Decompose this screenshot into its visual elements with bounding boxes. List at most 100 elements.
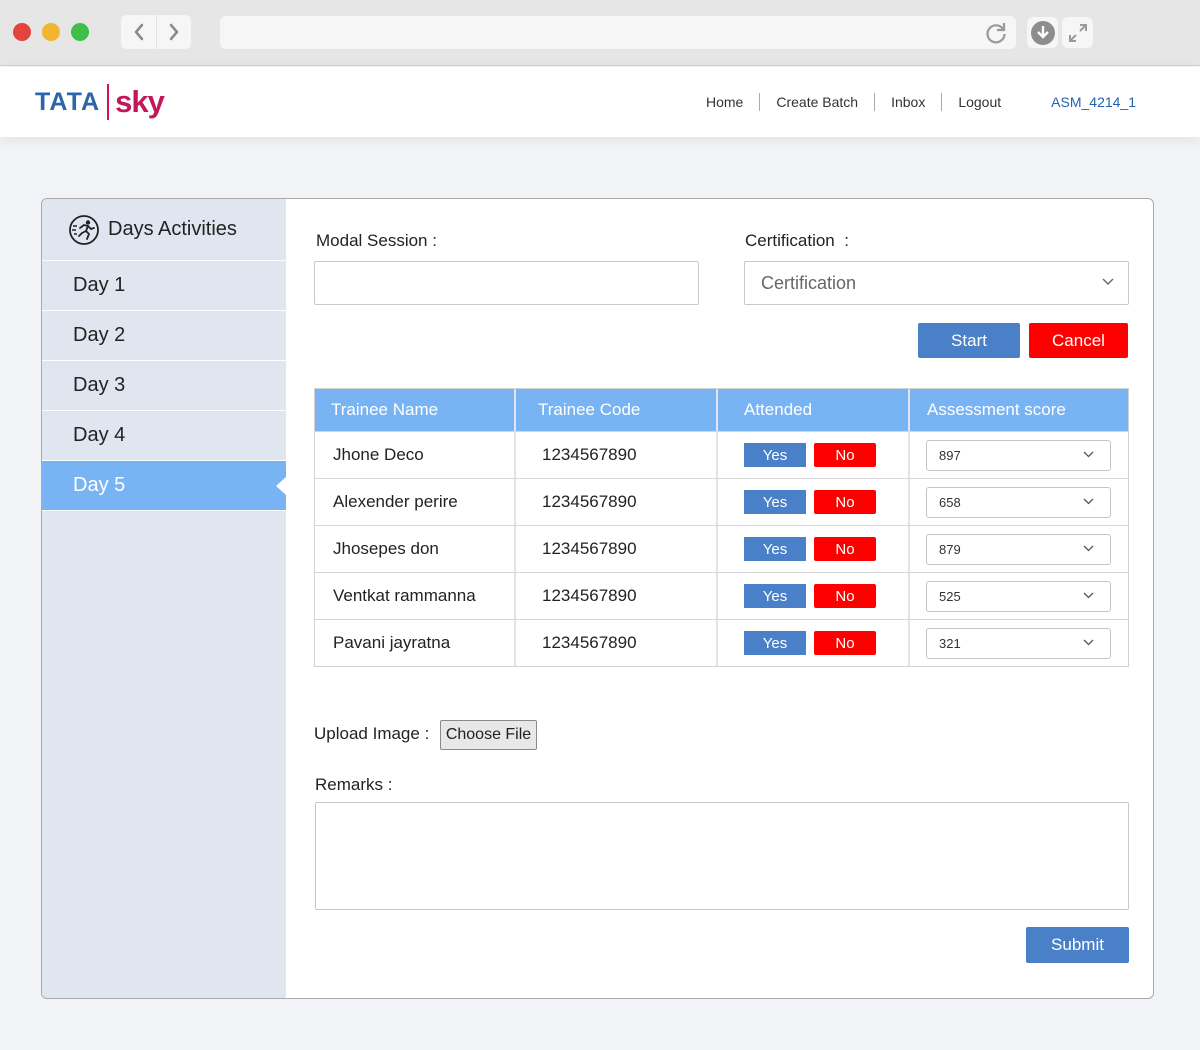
chevron-left-icon <box>133 23 143 41</box>
nav-logout[interactable]: Logout <box>942 93 1017 111</box>
forward-button[interactable] <box>156 15 191 49</box>
column-header-assessment-score[interactable]: Assessment score <box>910 389 1128 431</box>
sidebar-header: Days Activities <box>42 199 286 261</box>
attended-toggle: Yes No <box>744 631 876 655</box>
certification-select[interactable]: Certification <box>744 261 1129 305</box>
assessment-score-value: 525 <box>939 588 961 604</box>
nav-create-batch[interactable]: Create Batch <box>760 93 874 111</box>
attended-yes-button[interactable]: Yes <box>744 443 806 467</box>
sidebar-item-day-4[interactable]: Day 4 <box>42 411 286 461</box>
choose-file-button[interactable]: Choose File <box>440 720 537 750</box>
chevron-down-icon <box>1083 639 1094 645</box>
sidebar-item-day-2[interactable]: Day 2 <box>42 311 286 361</box>
reload-button[interactable] <box>982 19 1010 47</box>
remarks-label: Remarks : <box>315 775 393 794</box>
browser-toolbar <box>0 0 1200 66</box>
assessment-score-select[interactable]: 525 <box>926 580 1111 612</box>
nav-home[interactable]: Home <box>690 93 759 111</box>
assessment-score-cell: 897 <box>910 432 1128 478</box>
fullscreen-icon <box>1068 23 1087 42</box>
download-icon <box>1030 20 1055 45</box>
attended-yes-button[interactable]: Yes <box>744 584 806 608</box>
assessment-score-value: 658 <box>939 494 961 510</box>
runner-icon <box>69 214 99 245</box>
upload-image-label: Upload Image : <box>314 724 430 743</box>
attended-no-button[interactable]: No <box>814 584 876 608</box>
attended-cell: Yes No <box>718 620 910 666</box>
column-header-trainee-name[interactable]: Trainee Name <box>315 389 516 431</box>
chevron-down-icon <box>1083 592 1094 598</box>
attended-yes-button[interactable]: Yes <box>744 490 806 514</box>
app-header: TATA sky Home Create Batch Inbox Logout … <box>0 67 1200 137</box>
assessment-score-value: 321 <box>939 635 961 651</box>
attended-yes-button[interactable]: Yes <box>744 537 806 561</box>
assessment-score-select[interactable]: 897 <box>926 439 1111 471</box>
modal-session-input[interactable] <box>314 261 699 305</box>
sidebar-item-day-5[interactable]: Day 5 <box>42 461 286 511</box>
attended-no-button[interactable]: No <box>814 443 876 467</box>
user-id-link[interactable]: ASM_4214_1 <box>1035 93 1152 111</box>
assessment-score-select[interactable]: 879 <box>926 533 1111 565</box>
reload-icon <box>986 23 1006 44</box>
remarks-textarea[interactable] <box>315 802 1129 910</box>
trainee-code-cell: 1234567890 <box>516 573 718 619</box>
table-row: Alexender perire 1234567890 Yes No 658 <box>315 478 1128 525</box>
cancel-button[interactable]: Cancel <box>1029 323 1128 358</box>
sidebar-item-day-1[interactable]: Day 1 <box>42 261 286 311</box>
chevron-right-icon <box>169 23 179 41</box>
trainee-name-cell: Jhone Deco <box>315 432 516 478</box>
assessment-score-cell: 321 <box>910 620 1128 666</box>
attended-no-button[interactable]: No <box>814 537 876 561</box>
table-body: Jhone Deco 1234567890 Yes No 897 Alexender pe… <box>315 431 1128 666</box>
tata-sky-logo[interactable]: TATA sky <box>35 81 165 123</box>
sidebar: Days Activities Day 1 Day 2 Day 3 Day 4 … <box>42 199 286 998</box>
trainee-code-cell: 1234567890 <box>516 479 718 525</box>
start-button[interactable]: Start <box>918 323 1020 358</box>
attended-toggle: Yes No <box>744 490 876 514</box>
trainee-name-cell: Ventkat rammanna <box>315 573 516 619</box>
attended-toggle: Yes No <box>744 537 876 561</box>
assessment-score-select[interactable]: 321 <box>926 627 1111 659</box>
assessment-score-cell: 658 <box>910 479 1128 525</box>
attended-cell: Yes No <box>718 573 910 619</box>
sidebar-title: Days Activities <box>108 218 237 240</box>
assessment-score-select[interactable]: 658 <box>926 486 1111 518</box>
fullscreen-button[interactable] <box>1062 17 1093 48</box>
submit-button[interactable]: Submit <box>1026 927 1129 963</box>
days-activities-panel: Days Activities Day 1 Day 2 Day 3 Day 4 … <box>41 198 1154 999</box>
trainee-code-cell: 1234567890 <box>516 526 718 572</box>
attended-yes-button[interactable]: Yes <box>744 631 806 655</box>
sidebar-item-day-3[interactable]: Day 3 <box>42 361 286 411</box>
attended-no-button[interactable]: No <box>814 631 876 655</box>
logo-tata-text: TATA <box>35 87 101 116</box>
assessment-score-cell: 525 <box>910 573 1128 619</box>
column-header-trainee-code[interactable]: Trainee Code <box>516 389 718 431</box>
history-nav <box>121 15 191 49</box>
assessment-score-value: 879 <box>939 541 961 557</box>
trainee-name-cell: Jhosepes don <box>315 526 516 572</box>
table-row: Ventkat rammanna 1234567890 Yes No 525 <box>315 572 1128 619</box>
download-button[interactable] <box>1027 17 1058 48</box>
table-row: Pavani jayratna 1234567890 Yes No 321 <box>315 619 1128 666</box>
certification-label: Certification : <box>745 231 849 250</box>
chevron-down-icon <box>1083 498 1094 504</box>
attended-no-button[interactable]: No <box>814 490 876 514</box>
column-header-attended[interactable]: Attended <box>718 389 910 431</box>
nav-inbox[interactable]: Inbox <box>875 93 941 111</box>
minimize-window-button[interactable] <box>42 23 60 41</box>
table-row: Jhone Deco 1234567890 Yes No 897 <box>315 431 1128 478</box>
logo-divider <box>107 84 110 120</box>
trainee-name-cell: Pavani jayratna <box>315 620 516 666</box>
attended-cell: Yes No <box>718 479 910 525</box>
back-button[interactable] <box>121 15 156 49</box>
attended-toggle: Yes No <box>744 443 876 467</box>
chevron-down-icon <box>1083 451 1094 457</box>
trainee-name-cell: Alexender perire <box>315 479 516 525</box>
trainee-code-cell: 1234567890 <box>516 620 718 666</box>
address-bar[interactable] <box>220 16 1016 49</box>
maximize-window-button[interactable] <box>71 23 89 41</box>
close-window-button[interactable] <box>13 23 31 41</box>
assessment-score-cell: 879 <box>910 526 1128 572</box>
assessment-score-value: 897 <box>939 447 961 463</box>
chevron-down-icon <box>1083 545 1094 551</box>
